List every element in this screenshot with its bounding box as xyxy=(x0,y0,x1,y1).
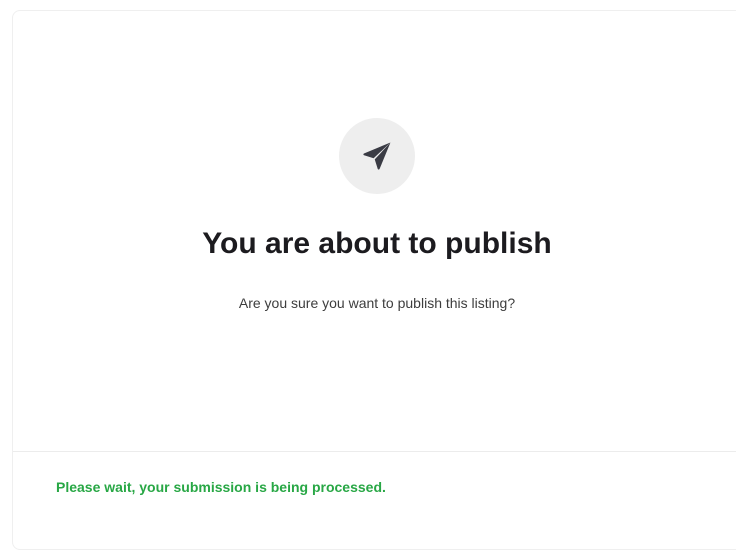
paper-plane-icon xyxy=(363,142,391,170)
dialog-title: You are about to publish xyxy=(202,227,552,260)
icon-badge xyxy=(339,118,415,194)
processing-status: Please wait, your submission is being pr… xyxy=(56,479,386,495)
dialog-body: You are about to publish Are you sure yo… xyxy=(13,11,736,451)
footer-divider xyxy=(13,451,736,452)
publish-dialog: You are about to publish Are you sure yo… xyxy=(12,10,736,550)
dialog-message: Are you sure you want to publish this li… xyxy=(238,295,516,311)
